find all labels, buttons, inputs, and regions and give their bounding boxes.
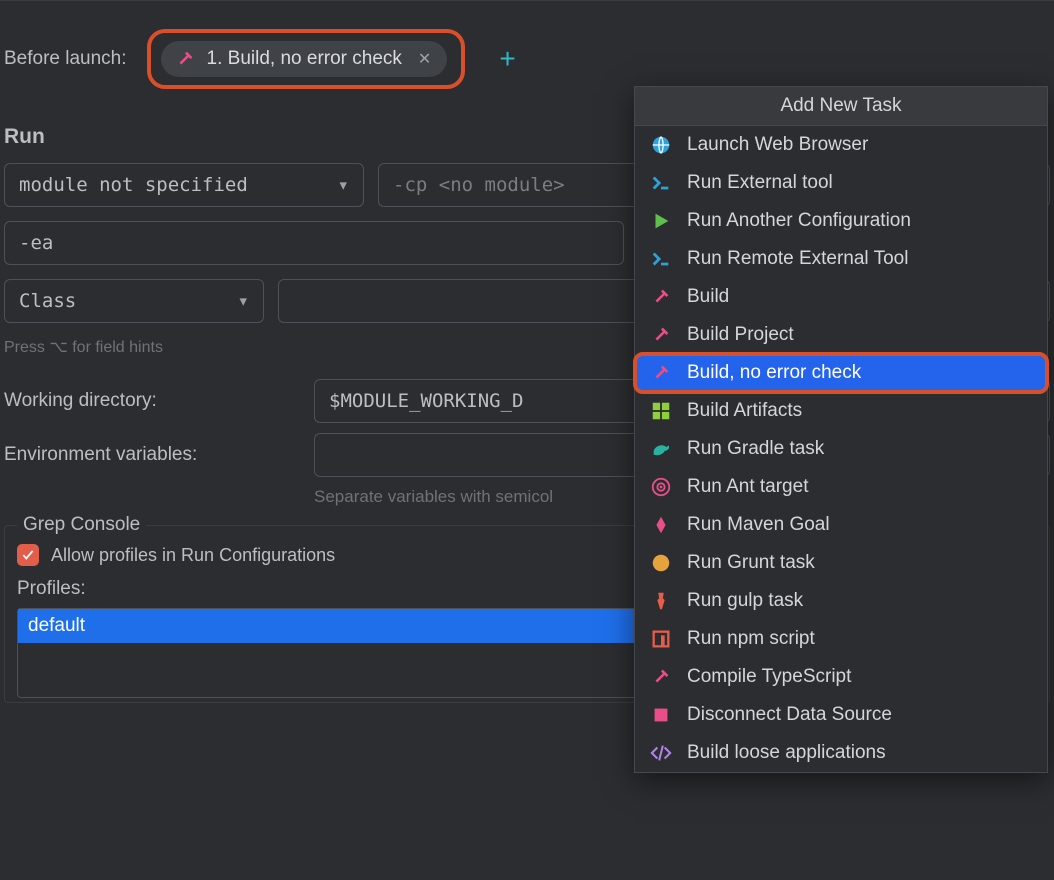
grunt-icon [649, 551, 673, 575]
terminal-icon [649, 247, 673, 271]
popup-item-run-gradle-task[interactable]: Run Gradle task [635, 430, 1047, 468]
working-directory-label: Working directory: [4, 390, 300, 412]
working-directory-value: $MODULE_WORKING_D [329, 390, 523, 412]
popup-item-compile-typescript[interactable]: Compile TypeScript [635, 658, 1047, 696]
npm-icon [649, 627, 673, 651]
popup-item-run-gulp-task[interactable]: Run gulp task [635, 582, 1047, 620]
close-icon[interactable]: ✕ [418, 49, 431, 69]
popup-item-label: Run npm script [687, 628, 815, 650]
popup-item-label: Build Artifacts [687, 400, 802, 422]
terminal-icon [649, 171, 673, 195]
hammer-icon [173, 47, 197, 71]
popup-item-label: Run Maven Goal [687, 514, 830, 536]
grid-icon [649, 399, 673, 423]
popup-item-run-npm-script[interactable]: Run npm script [635, 620, 1047, 658]
popup-item-run-grunt-task[interactable]: Run Grunt task [635, 544, 1047, 582]
popup-item-build-loose-applications[interactable]: Build loose applications [635, 734, 1047, 772]
vm-options-value: -ea [19, 232, 53, 254]
globe-icon [649, 133, 673, 157]
popup-item-label: Build, no error check [687, 362, 861, 384]
popup-item-label: Run gulp task [687, 590, 803, 612]
popup-item-label: Run Another Configuration [687, 210, 911, 232]
chevron-down-icon: ▾ [338, 174, 349, 196]
module-dropdown-value: module not specified [19, 174, 248, 196]
popup-item-build-artifacts[interactable]: Build Artifacts [635, 392, 1047, 430]
popup-item-label: Build loose applications [687, 742, 886, 764]
popup-item-disconnect-data-source[interactable]: Disconnect Data Source [635, 696, 1047, 734]
add-task-popup-title: Add New Task [635, 87, 1047, 126]
env-vars-label: Environment variables: [4, 444, 300, 466]
popup-item-label: Run Ant target [687, 476, 808, 498]
popup-item-label: Build [687, 286, 729, 308]
maven-icon [649, 513, 673, 537]
popup-item-label: Build Project [687, 324, 794, 346]
popup-item-label: Run External tool [687, 172, 833, 194]
popup-item-run-another-configuration[interactable]: Run Another Configuration [635, 202, 1047, 240]
classpath-value: -cp <no module> [393, 174, 565, 196]
before-launch-highlight: 1. Build, no error check ✕ [147, 29, 466, 89]
before-launch-tag-text: 1. Build, no error check [207, 48, 402, 70]
popup-item-label: Launch Web Browser [687, 134, 868, 156]
popup-item-label: Disconnect Data Source [687, 704, 892, 726]
square-icon [649, 703, 673, 727]
module-dropdown[interactable]: module not specified ▾ [4, 163, 364, 207]
popup-item-label: Run Gradle task [687, 438, 824, 460]
popup-item-run-maven-goal[interactable]: Run Maven Goal [635, 506, 1047, 544]
main-class-kind-value: Class [19, 290, 76, 312]
main-class-kind-dropdown[interactable]: Class ▾ [4, 279, 264, 323]
play-icon [649, 209, 673, 233]
popup-item-build[interactable]: Build [635, 278, 1047, 316]
popup-item-run-ant-target[interactable]: Run Ant target [635, 468, 1047, 506]
before-launch-label: Before launch: [4, 48, 127, 70]
gulp-icon [649, 589, 673, 613]
hammer-icon [649, 361, 673, 385]
vm-options-field[interactable]: -ea [4, 221, 624, 265]
hammer-icon [649, 285, 673, 309]
before-launch-tag[interactable]: 1. Build, no error check ✕ [161, 41, 448, 77]
code-icon [649, 741, 673, 765]
hammer-icon [649, 323, 673, 347]
allow-profiles-label: Allow profiles in Run Configurations [51, 545, 335, 566]
popup-item-run-external-tool[interactable]: Run External tool [635, 164, 1047, 202]
popup-item-build-no-error-check[interactable]: Build, no error check [635, 354, 1047, 392]
hammer-icon [649, 665, 673, 689]
popup-item-build-project[interactable]: Build Project [635, 316, 1047, 354]
popup-item-label: Run Remote External Tool [687, 248, 908, 270]
gradle-icon [649, 437, 673, 461]
grep-console-title: Grep Console [17, 514, 146, 536]
add-task-button[interactable]: + [499, 43, 515, 75]
popup-item-label: Compile TypeScript [687, 666, 851, 688]
popup-item-run-remote-external-tool[interactable]: Run Remote External Tool [635, 240, 1047, 278]
add-task-popup: Add New Task Launch Web Browser Run Exter… [634, 86, 1048, 773]
target-icon [649, 475, 673, 499]
allow-profiles-checkbox[interactable] [17, 544, 39, 566]
popup-item-label: Run Grunt task [687, 552, 815, 574]
popup-item-launch-web-browser[interactable]: Launch Web Browser [635, 126, 1047, 164]
chevron-down-icon: ▾ [238, 290, 249, 312]
